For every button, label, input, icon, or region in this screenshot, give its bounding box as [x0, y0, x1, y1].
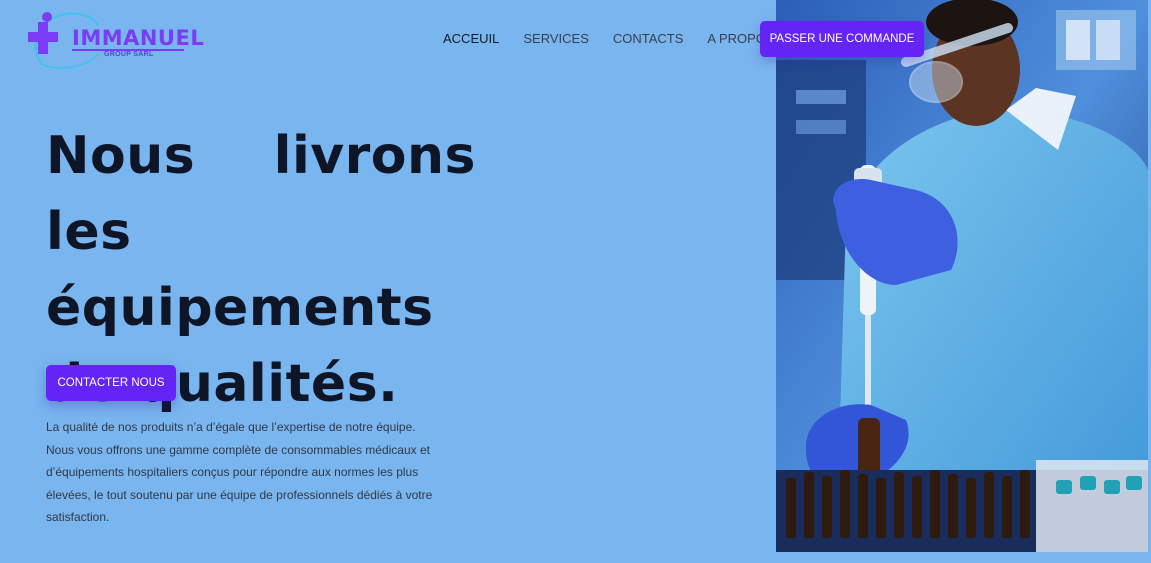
lab-scientist-illustration [776, 0, 1148, 552]
nav-link-accueil[interactable]: ACCEUIL [443, 31, 499, 46]
hero-description: La qualité de nos produits n’a d’égale q… [46, 420, 433, 524]
nav-link-contacts[interactable]: CONTACTS [613, 31, 684, 46]
brand-name: IMMANUEL [72, 26, 205, 50]
contact-us-button[interactable]: CONTACTER NOUS [46, 365, 176, 401]
brand-logo[interactable]: IMMANUEL GROUP SARL [28, 10, 204, 72]
brand-tagline: GROUP SARL [104, 51, 154, 58]
hero-lab-photo [776, 0, 1148, 552]
nav-link-services[interactable]: SERVICES [523, 31, 589, 46]
order-button[interactable]: PASSER UNE COMMANDE [760, 21, 924, 57]
main-navigation: ACCEUIL SERVICES CONTACTS A PROPOS [443, 31, 799, 46]
